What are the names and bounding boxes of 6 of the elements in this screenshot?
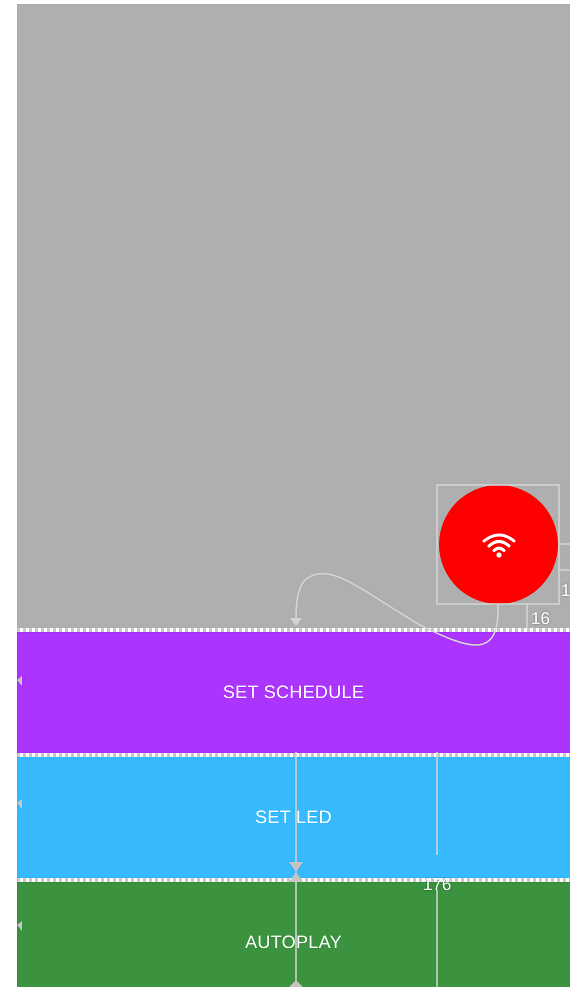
wifi-icon: [482, 532, 516, 558]
dimension-label: 1: [561, 582, 570, 599]
action-button[interactable]: SET LED: [17, 757, 570, 878]
wifi-fab-button[interactable]: [439, 485, 558, 604]
dimension-label: 16: [531, 610, 550, 627]
action-button[interactable]: SET SCHEDULE: [17, 632, 570, 753]
